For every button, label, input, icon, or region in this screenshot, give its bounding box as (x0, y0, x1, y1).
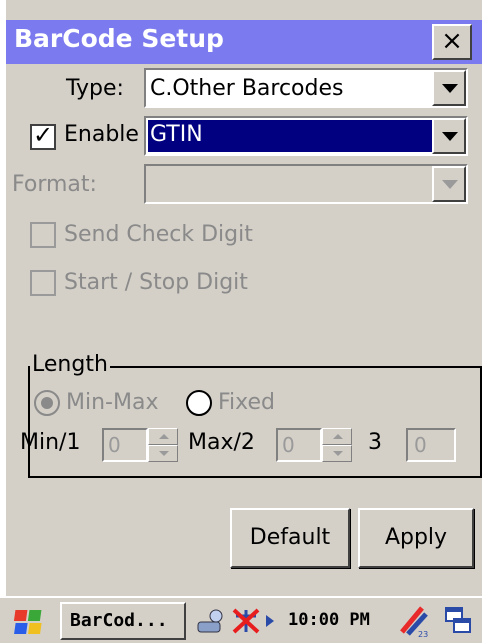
max-input[interactable]: 0 (276, 428, 322, 462)
taskbar-barcode-button[interactable]: BarCod... (60, 602, 186, 640)
max-spin-arrows[interactable] (322, 428, 352, 462)
format-dropdown-button[interactable] (432, 166, 466, 202)
windows-flag-icon[interactable] (10, 606, 50, 638)
apply-button[interactable]: Apply (358, 508, 474, 568)
windows-switch-icon[interactable] (444, 606, 474, 636)
spin-down-icon[interactable] (148, 445, 178, 462)
type-dropdown-button[interactable] (432, 70, 466, 106)
send-check-digit-checkbox[interactable] (30, 222, 56, 248)
chevron-down-icon (442, 132, 458, 141)
length-group-title: Length (30, 352, 110, 377)
third-value: 0 (414, 433, 427, 457)
taskbar: BarCod... 10:00 PM 23 (0, 596, 482, 643)
min-input[interactable]: 0 (102, 428, 148, 462)
dialog-window: BarCode Setup × Type: C.Other Barcodes ✓… (6, 0, 482, 643)
type-select[interactable]: C.Other Barcodes (144, 68, 468, 108)
enable-checkbox[interactable]: ✓ (30, 121, 56, 150)
checkmark-icon: ✓ (33, 121, 54, 149)
start-stop-digit-label: Start / Stop Digit (64, 270, 248, 295)
min-max-radio[interactable] (34, 390, 60, 416)
close-button[interactable]: × (432, 24, 472, 60)
min-spin-arrows[interactable] (148, 428, 178, 462)
pen-input-icon[interactable]: 23 (396, 604, 430, 638)
spin-down-icon[interactable] (322, 445, 352, 462)
enable-label: Enable (64, 122, 139, 147)
radio-selected-dot-icon (41, 397, 53, 409)
max-value: 0 (282, 433, 295, 457)
fixed-radio[interactable] (186, 390, 212, 416)
symbology-select[interactable]: GTIN (144, 116, 468, 156)
chevron-down-icon (442, 84, 458, 93)
fixed-label: Fixed (218, 390, 276, 415)
min-label: Min/1 (20, 430, 81, 455)
network-icon[interactable] (196, 608, 226, 636)
start-stop-digit-checkbox[interactable] (30, 270, 56, 296)
no-signal-icon[interactable] (230, 606, 262, 636)
min-max-label: Min-Max (66, 390, 159, 415)
window-title: BarCode Setup (14, 24, 224, 53)
format-label: Format: (12, 172, 97, 197)
min-value: 0 (108, 433, 121, 457)
type-label: Type: (66, 76, 124, 101)
chevron-down-icon (442, 180, 458, 189)
third-input[interactable]: 0 (406, 428, 456, 462)
third-label: 3 (368, 430, 382, 455)
spin-up-icon[interactable] (322, 428, 352, 445)
title-bar: BarCode Setup × (6, 20, 482, 64)
symbology-select-value: GTIN (148, 120, 432, 152)
system-tray: 10:00 PM 23 (190, 602, 482, 640)
format-select[interactable] (144, 164, 468, 204)
type-select-value: C.Other Barcodes (150, 76, 344, 101)
send-check-digit-label: Send Check Digit (64, 222, 253, 247)
spin-up-icon[interactable] (148, 428, 178, 445)
arrow-icon (266, 615, 274, 627)
default-button[interactable]: Default (230, 508, 350, 568)
symbology-dropdown-button[interactable] (432, 118, 466, 154)
svg-text:23: 23 (418, 630, 428, 638)
max-label: Max/2 (188, 430, 255, 455)
clock[interactable]: 10:00 PM (288, 610, 370, 630)
